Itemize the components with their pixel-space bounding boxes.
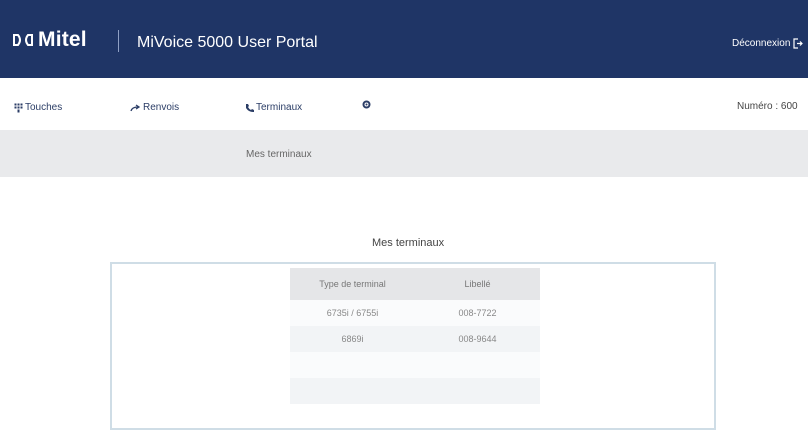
forward-arrow-icon: [130, 103, 141, 111]
nav-item-terminaux[interactable]: Terminaux: [245, 102, 302, 113]
portal-title: MiVoice 5000 User Portal: [137, 34, 318, 51]
header-divider: [118, 30, 119, 52]
cell-type: 6735i / 6755i: [326, 308, 379, 318]
nav-label-terminaux: Terminaux: [256, 102, 303, 113]
mitel-logo[interactable]: Mitel: [12, 28, 87, 51]
mitel-logo-icon: [13, 34, 33, 46]
top-header: Mitel MiVoice 5000 User Portal Déconnexi…: [0, 0, 808, 78]
subnav-item-mes-terminaux[interactable]: Mes terminaux: [246, 149, 312, 160]
terminals-table: Type de terminal Libellé 6735i / 6755i 0…: [290, 268, 540, 404]
logout-label: Déconnexion: [732, 38, 791, 49]
terminals-panel: Type de terminal Libellé 6735i / 6755i 0…: [110, 262, 716, 430]
keypad-icon: [14, 103, 23, 112]
cell-type: 6869i: [341, 334, 364, 344]
logout-button[interactable]: Déconnexion: [732, 38, 804, 49]
column-header-type[interactable]: Type de terminal: [290, 268, 415, 300]
brand-name: Mitel: [38, 28, 87, 51]
user-number: Numéro : 600: [737, 101, 798, 112]
nav-label-touches: Touches: [25, 102, 63, 113]
phone-icon: [246, 103, 254, 112]
section-title: Mes terminaux: [372, 237, 445, 249]
table-header: Type de terminal Libellé: [290, 268, 540, 300]
nav-item-renvois[interactable]: Renvois: [130, 102, 179, 113]
table-row-empty: [290, 352, 540, 378]
sub-nav: Mes terminaux: [0, 130, 808, 177]
logout-icon: [793, 38, 804, 49]
main-nav: Touches Renvois Terminaux: [0, 78, 808, 130]
cell-libelle: 008-7722: [458, 308, 497, 318]
cell-libelle: 008-9644: [458, 334, 497, 344]
nav-item-touches[interactable]: Touches: [14, 102, 62, 113]
table-row[interactable]: 6735i / 6755i 008-7722: [290, 300, 540, 326]
nav-item-settings[interactable]: [362, 100, 373, 109]
table-row[interactable]: 6869i 008-9644: [290, 326, 540, 352]
table-row-empty: [290, 378, 540, 404]
nav-label-renvois: Renvois: [143, 102, 180, 113]
gear-icon: [362, 100, 371, 109]
column-header-libelle[interactable]: Libellé: [415, 268, 540, 300]
